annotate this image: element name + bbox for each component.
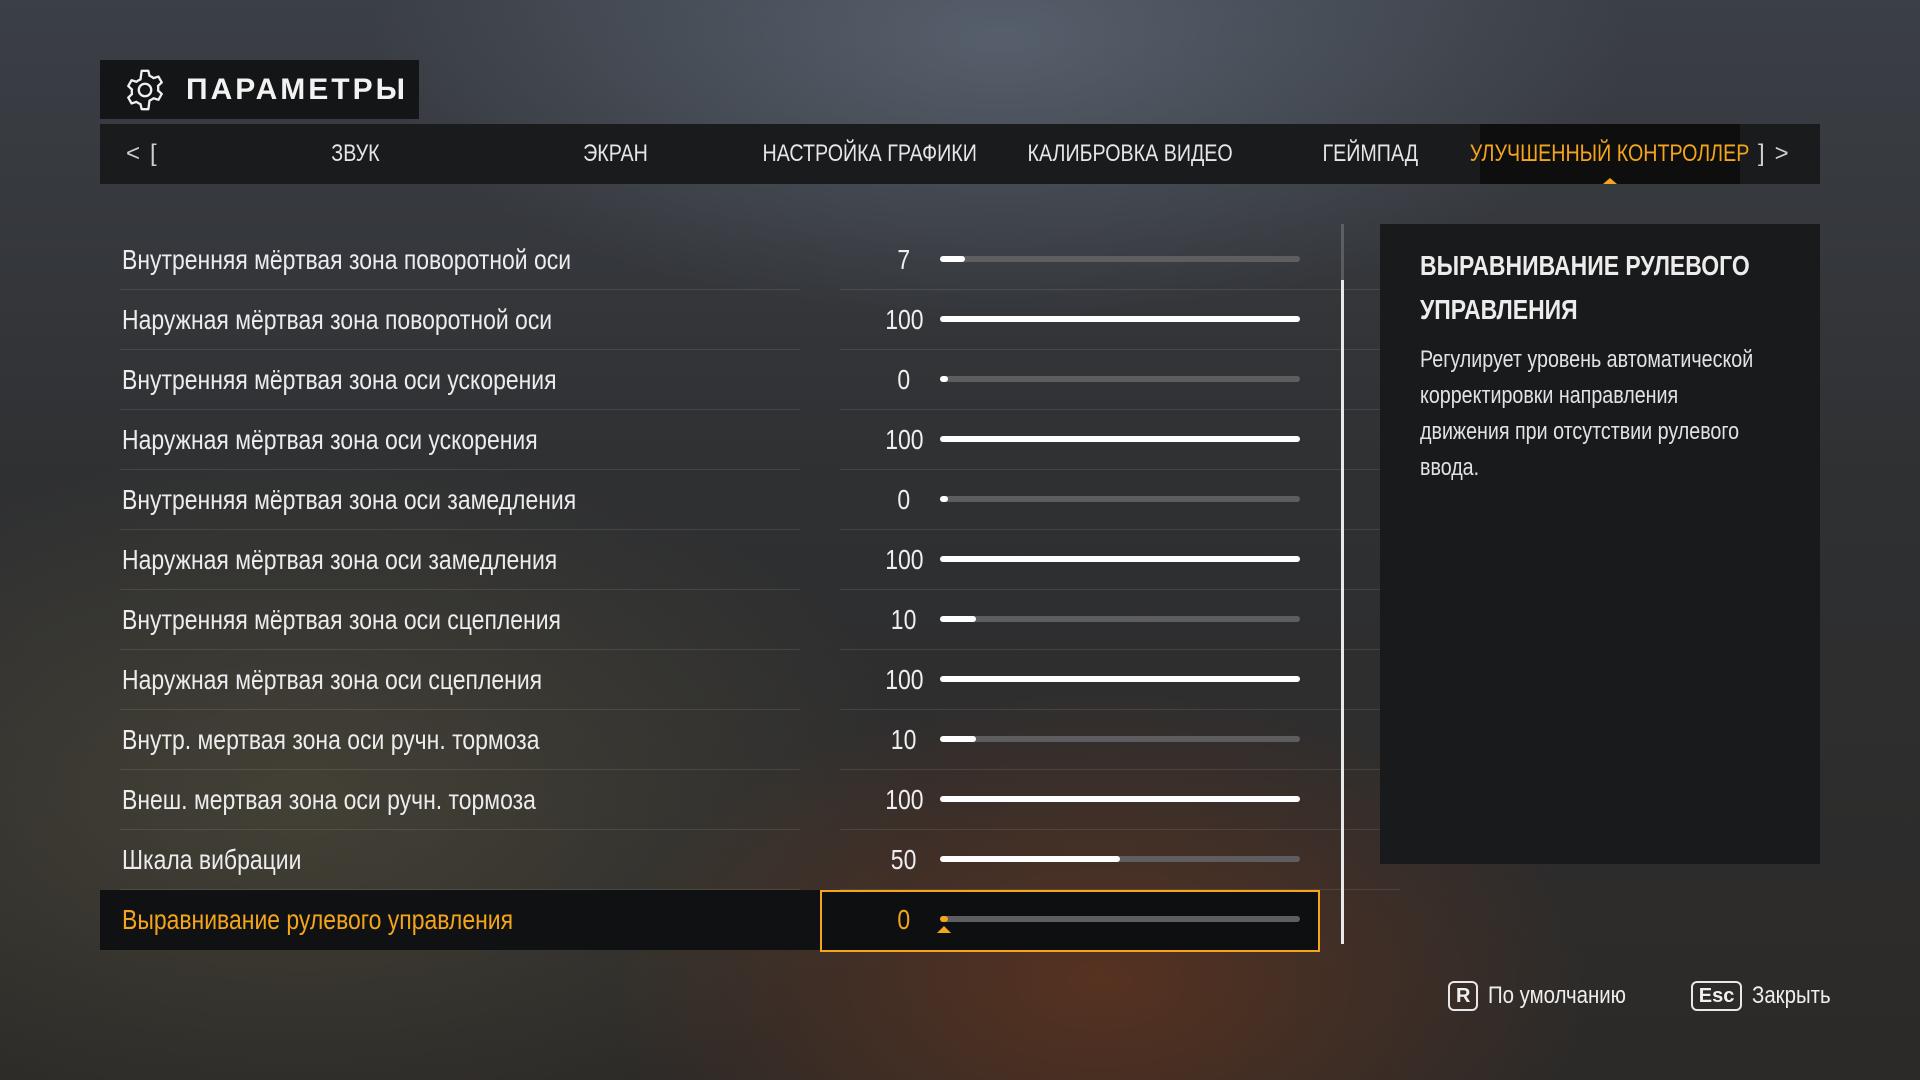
setting-label: Шкала вибрации [122,843,302,875]
slider-fill [940,376,948,382]
slider-fill [940,856,1120,862]
tab-graphics[interactable]: НАСТРОЙКА ГРАФИКИ [720,124,1020,184]
setting-row[interactable]: Наружная мёртвая зона оси сцепления 100 [100,650,1400,710]
scrollbar-thumb[interactable] [1341,280,1344,944]
setting-value: 100 [884,303,924,335]
bracket-left-hint: [ [150,140,157,167]
tab-advanced-controller[interactable]: УЛУЧШЕННЫЙ КОНТРОЛЛЕР [1470,124,1750,184]
slider-fill [940,916,948,922]
chevron-left-icon: < [126,140,141,167]
close-label: Закрыть [1752,982,1831,1009]
setting-row-selected[interactable]: Выравнивание рулевого управления 0 [100,890,1320,952]
tab-gamepad[interactable]: ГЕЙМПАД [1260,124,1480,184]
setting-label: Наружная мёртвая зона поворотной оси [122,303,553,335]
setting-value: 100 [884,543,924,575]
bracket-right-hint: ] [1758,140,1765,167]
setting-value: 0 [897,903,911,935]
info-title: ВЫРАВНИВАНИЕ РУЛЕВОГО УПРАВЛЕНИЯ [1420,250,1750,325]
slider-caret-icon [937,926,951,933]
setting-label: Внутренняя мёртвая зона поворотной оси [122,243,572,275]
close-button[interactable]: Esc Закрыть [1690,981,1845,1011]
setting-label: Внутренняя мёртвая зона оси замедления [122,483,577,515]
page-header: ПАРАМЕТРЫ [100,60,419,119]
setting-slider[interactable] [940,556,1300,562]
settings-list: Внутренняя мёртвая зона поворотной оси 7… [100,230,1400,952]
slider-fill [940,676,1300,682]
chevron-right-icon: > [1774,140,1789,167]
setting-slider[interactable] [940,616,1300,622]
tab-video-calibration[interactable]: КАЛИБРОВКА ВИДЕО [980,124,1280,184]
default-label: По умолчанию [1488,982,1627,1009]
slider-fill [940,796,1300,802]
slider-fill [940,316,1300,322]
tab-sound[interactable]: ЗВУК [240,124,470,184]
setting-value: 0 [897,363,911,395]
tab-bar: < [ ЗВУК ЭКРАН НАСТРОЙКА ГРАФИКИ КАЛИБРО… [100,124,1820,184]
slider-fill [940,496,948,502]
setting-value: 50 [891,843,917,875]
info-description: Регулирует уровень автоматической коррек… [1420,346,1754,481]
setting-row[interactable]: Внутренняя мёртвая зона оси замедления 0 [100,470,1400,530]
scrollbar[interactable] [1341,224,1344,944]
key-esc-icon: Esc [1690,981,1743,1011]
setting-row[interactable]: Внутр. мертвая зона оси ручн. тормоза 10 [100,710,1400,770]
default-button[interactable]: R По умолчанию [1448,981,1651,1011]
setting-value: 0 [897,483,911,515]
slider-fill [940,436,1300,442]
setting-slider[interactable] [940,676,1300,682]
setting-slider[interactable] [940,436,1300,442]
setting-value: 100 [884,423,924,455]
setting-slider[interactable] [940,316,1300,322]
slider-fill [940,256,966,262]
setting-label: Наружная мёртвая зона оси ускорения [122,423,538,455]
tab-prev-button[interactable]: < [ [126,124,167,184]
setting-row[interactable]: Наружная мёртвая зона поворотной оси 100 [100,290,1400,350]
setting-label: Внеш. мертвая зона оси ручн. тормоза [122,783,536,815]
setting-value: 100 [884,663,924,695]
setting-slider[interactable] [940,256,1300,262]
setting-slider[interactable] [940,496,1300,502]
setting-value: 10 [891,723,917,755]
setting-value: 10 [891,603,917,635]
setting-slider[interactable] [940,796,1300,802]
tab-next-button[interactable]: ] > [1758,124,1799,184]
setting-row[interactable]: Наружная мёртвая зона оси замедления 100 [100,530,1400,590]
slider-fill [940,616,976,622]
setting-slider[interactable] [940,736,1300,742]
setting-row[interactable]: Внеш. мертвая зона оси ручн. тормоза 100 [100,770,1400,830]
page-title: ПАРАМЕТРЫ [186,72,408,106]
setting-label: Наружная мёртвая зона оси сцепления [122,663,543,695]
setting-label: Внутр. мертвая зона оси ручн. тормоза [122,723,540,755]
key-r-icon: R [1448,981,1479,1011]
setting-label: Внутренняя мёртвая зона оси ускорения [122,363,557,395]
setting-label: Наружная мёртвая зона оси замедления [122,543,558,575]
setting-row[interactable]: Внутренняя мёртвая зона оси сцепления 10 [100,590,1400,650]
tab-screen[interactable]: ЭКРАН [500,124,730,184]
setting-value: 7 [897,243,911,275]
setting-row[interactable]: Шкала вибрации 50 [100,830,1400,890]
gear-icon [127,69,163,110]
setting-label: Внутренняя мёртвая зона оси сцепления [122,603,561,635]
setting-label: Выравнивание рулевого управления [122,903,514,935]
setting-value: 100 [884,783,924,815]
info-panel: ВЫРАВНИВАНИЕ РУЛЕВОГО УПРАВЛЕНИЯ Регулир… [1380,224,1820,864]
setting-row[interactable]: Внутренняя мёртвая зона оси ускорения 0 [100,350,1400,410]
footer-hints: R По умолчанию Esc Закрыть [1448,978,1885,1014]
setting-row[interactable]: Внутренняя мёртвая зона поворотной оси 7 [100,230,1400,290]
setting-slider[interactable] [940,856,1300,862]
setting-slider[interactable] [940,376,1300,382]
slider-fill [940,736,976,742]
slider-fill [940,556,1300,562]
setting-row[interactable]: Наружная мёртвая зона оси ускорения 100 [100,410,1400,470]
setting-slider[interactable] [940,916,1300,922]
